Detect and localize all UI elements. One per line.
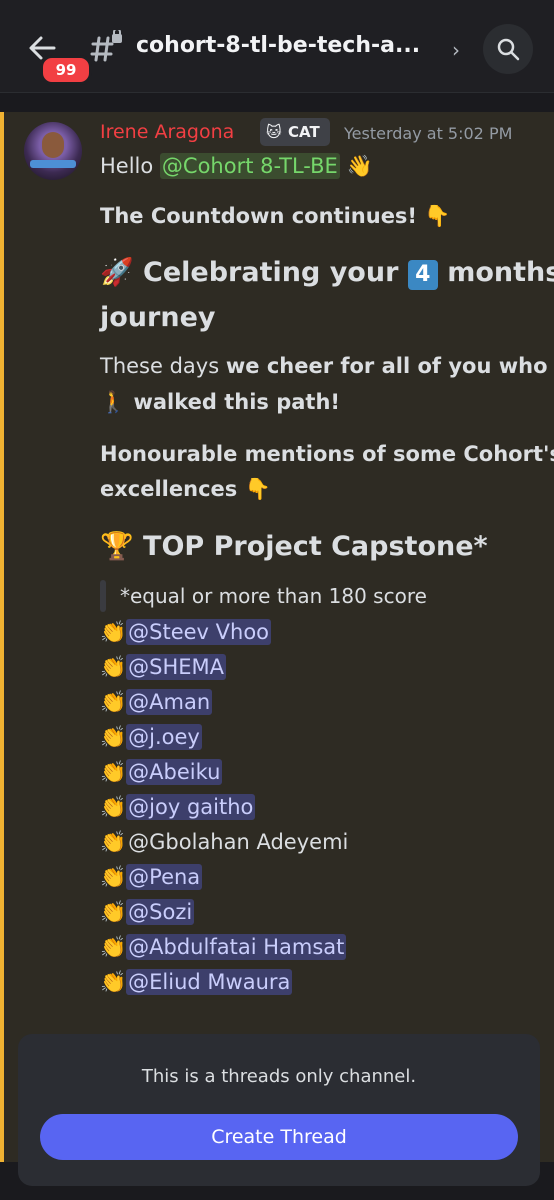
clap-icon: 👏 — [100, 935, 127, 959]
user-mention[interactable]: @Pena — [126, 864, 203, 890]
timestamp: Yesterday at 5:02 PM — [344, 124, 513, 143]
mentions-text-end: excellences — [100, 477, 238, 501]
cheer-line: These days we cheer for all of you who — [100, 354, 548, 378]
walking-icon: 🚶 — [100, 390, 127, 414]
thread-channel-lock-icon — [90, 30, 122, 62]
celebrating-text: Celebrating your — [143, 257, 399, 288]
user-mention[interactable]: @Steev Vhoo — [126, 619, 272, 645]
user-mention[interactable]: @SHEMA — [126, 654, 227, 680]
clap-icon: 👏 — [100, 760, 127, 784]
user-mention[interactable]: @j.oey — [126, 724, 202, 750]
celebrating-heading: 🚀 Celebrating your 4 months — [100, 256, 554, 290]
trophy-icon: 🏆 — [100, 531, 134, 562]
keycap-number-icon: 4 — [407, 260, 438, 290]
pointing-down-icon: 👇 — [424, 204, 451, 228]
user-mention[interactable]: @Sozi — [126, 899, 195, 925]
user-mention[interactable]: @Abdulfatai Hamsat — [126, 934, 347, 960]
winner-item: 👏@Aman — [100, 689, 213, 715]
clap-icon: 👏 — [100, 830, 127, 854]
cheer-text-bold: we cheer for all of you who — [225, 354, 548, 378]
top-project-text: TOP Project Capstone* — [143, 531, 488, 562]
winner-item: 👏@joy gaitho — [100, 794, 256, 820]
user-mention[interactable]: @Eliud Mwaura — [126, 969, 293, 995]
celebrating-months: months — [447, 257, 554, 288]
user-mention[interactable]: @Aman — [126, 689, 213, 715]
cat-icon: 🐱 — [266, 123, 282, 141]
clap-icon: 👏 — [100, 795, 127, 819]
user-mention[interactable]: @Gbolahan Adeyemi — [126, 829, 350, 855]
user-mention[interactable]: @Abeiku — [126, 759, 223, 785]
search-button[interactable] — [483, 24, 533, 74]
user-mention[interactable]: @joy gaitho — [126, 794, 256, 820]
winner-item: 👏@Abdulfatai Hamsat — [100, 934, 347, 960]
author-name[interactable]: Irene Aragona — [100, 121, 234, 143]
blockquote-bar — [100, 580, 106, 612]
threads-only-panel: This is a threads only channel. Create T… — [18, 1034, 540, 1186]
mentions-line-cont: excellences 👇 — [100, 477, 271, 502]
threads-only-notice: This is a threads only channel. — [141, 1066, 417, 1087]
blockquote-text: *equal or more than 180 score — [120, 584, 427, 608]
wave-icon: 👋 — [346, 154, 373, 178]
mentions-text: Honourable mentions of some Cohort's — [100, 442, 554, 466]
server-tag[interactable]: 🐱 CAT — [260, 118, 330, 146]
clap-icon: 👏 — [100, 620, 127, 644]
cheer-text-end: walked this path! — [133, 390, 340, 414]
unread-badge: 99 — [40, 55, 92, 85]
winner-item: 👏@Steev Vhoo — [100, 619, 272, 645]
countdown-text: The Countdown continues! — [100, 204, 418, 228]
winner-item: 👏@Abeiku — [100, 759, 223, 785]
winner-item: 👏@Sozi — [100, 899, 195, 925]
clap-icon: 👏 — [100, 655, 127, 679]
clap-icon: 👏 — [100, 900, 127, 924]
clap-icon: 👏 — [100, 690, 127, 714]
winner-item: 👏@Pena — [100, 864, 203, 890]
clap-icon: 👏 — [100, 725, 127, 749]
channel-header: 99 cohort-8-tl-be-tech-a... › — [0, 0, 554, 93]
celebrating-journey: journey — [100, 302, 216, 333]
chevron-right-icon[interactable]: › — [452, 38, 460, 62]
winner-item: 👏@Gbolahan Adeyemi — [100, 830, 350, 855]
server-tag-label: CAT — [288, 123, 320, 141]
clap-icon: 👏 — [100, 970, 127, 994]
cheer-text-plain: These days — [100, 354, 220, 378]
greeting-text: Hello — [100, 154, 154, 178]
avatar[interactable] — [24, 122, 82, 180]
winner-item: 👏@Eliud Mwaura — [100, 969, 293, 995]
greeting-line: Hello @Cohort 8-TL-BE 👋 — [100, 153, 373, 179]
message-highlighted: Irene Aragona 🐱 CAT Yesterday at 5:02 PM… — [0, 112, 554, 1162]
avatar-face — [42, 132, 64, 158]
create-thread-button[interactable]: Create Thread — [40, 1114, 518, 1160]
countdown-line: The Countdown continues! 👇 — [100, 204, 450, 229]
rocket-icon: 🚀 — [100, 257, 134, 288]
winner-item: 👏@j.oey — [100, 724, 202, 750]
top-project-heading: 🏆 TOP Project Capstone* — [100, 530, 488, 562]
mentions-line: Honourable mentions of some Cohort's — [100, 442, 554, 466]
clap-icon: 👏 — [100, 865, 127, 889]
pointing-down-icon: 👇 — [244, 477, 271, 501]
winner-item: 👏@SHEMA — [100, 654, 227, 680]
cheer-line-cont: 🚶 walked this path! — [100, 390, 340, 415]
channel-title[interactable]: cohort-8-tl-be-tech-a... — [136, 33, 420, 58]
avatar-banner — [30, 160, 76, 168]
role-mention[interactable]: @Cohort 8-TL-BE — [159, 153, 340, 179]
celebrating-heading-cont: journey — [100, 302, 215, 333]
search-icon — [497, 38, 520, 61]
